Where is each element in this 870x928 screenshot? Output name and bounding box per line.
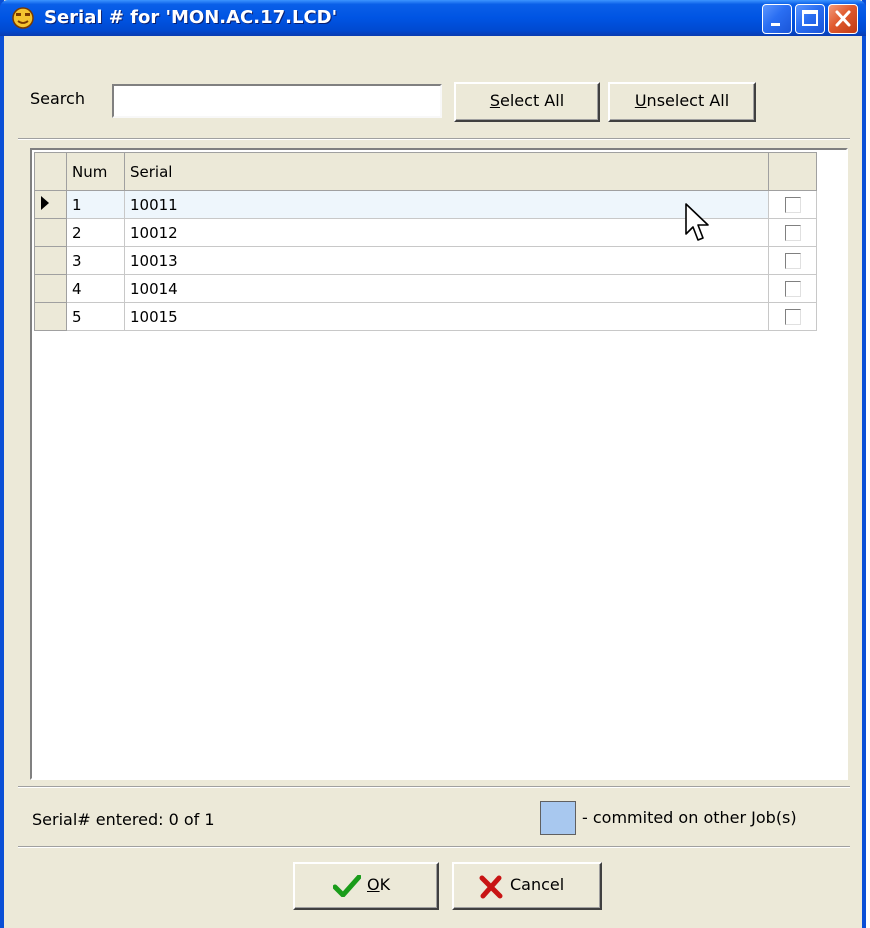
cancel-x-icon: [479, 875, 503, 899]
cell-serial[interactable]: 10013: [124, 246, 769, 275]
cell-num[interactable]: 2: [66, 218, 125, 247]
window-title: Serial # for 'MON.AC.17.LCD': [44, 7, 338, 28]
column-header-check[interactable]: [768, 152, 817, 191]
row-checkbox-cell[interactable]: [768, 302, 817, 331]
checkmark-icon: [333, 875, 361, 897]
ok-button-inner: [295, 864, 437, 908]
cancel-button[interactable]: Cancel: [452, 862, 602, 910]
row-indicator: [34, 246, 67, 275]
column-header-serial[interactable]: Serial: [124, 152, 769, 191]
table-row[interactable]: 3 10013: [34, 246, 817, 275]
mouse-cursor-icon: [685, 203, 709, 241]
ok-label: OK: [367, 875, 390, 894]
serial-grid[interactable]: Num Serial 1 10011 2 10012 3 10013 4 100…: [30, 148, 848, 780]
ok-button[interactable]: OK: [293, 862, 439, 910]
grid-header-row: Num Serial: [34, 152, 817, 191]
cell-serial[interactable]: 10012: [124, 218, 769, 247]
select-all-label: elect All: [500, 91, 565, 110]
app-icon: [12, 7, 34, 29]
status-separator: [18, 786, 850, 788]
title-bar[interactable]: Serial # for 'MON.AC.17.LCD': [0, 0, 866, 36]
legend-swatch: [540, 801, 576, 835]
table-row[interactable]: 5 10015: [34, 302, 817, 331]
cancel-label: Cancel: [510, 875, 565, 894]
cell-serial[interactable]: 10015: [124, 302, 769, 331]
row-checkbox[interactable]: [784, 253, 801, 269]
row-checkbox[interactable]: [784, 309, 801, 325]
row-checkbox[interactable]: [784, 281, 801, 297]
unselect-all-accel: U: [634, 91, 647, 110]
maximize-icon: [802, 10, 818, 26]
row-indicator: [34, 190, 67, 219]
minimize-button[interactable]: [762, 4, 792, 34]
status-text: Serial# entered: 0 of 1: [32, 810, 215, 829]
search-label: Search: [30, 89, 85, 108]
cell-serial[interactable]: 10011: [124, 190, 769, 219]
cell-num[interactable]: 4: [66, 274, 125, 303]
legend-text: - commited on other Job(s): [582, 808, 797, 827]
row-indicator: [34, 274, 67, 303]
minimize-icon: [771, 23, 780, 26]
row-checkbox-cell[interactable]: [768, 218, 817, 247]
ok-accel: O: [367, 875, 380, 894]
search-input[interactable]: [112, 84, 442, 118]
row-checkbox[interactable]: [784, 225, 801, 241]
row-indicator: [34, 302, 67, 331]
unselect-all-button[interactable]: Unselect All: [608, 82, 756, 122]
current-row-arrow-icon: [41, 195, 49, 210]
table-row[interactable]: 4 10014: [34, 274, 817, 303]
close-button[interactable]: [828, 4, 858, 34]
row-checkbox-cell[interactable]: [768, 190, 817, 219]
close-icon: [835, 10, 851, 27]
cell-num[interactable]: 5: [66, 302, 125, 331]
ok-label-rest: K: [379, 875, 391, 894]
footer-separator: [18, 846, 850, 848]
row-indicator: [34, 218, 67, 247]
select-all-accel: S: [489, 91, 501, 110]
top-separator: [18, 138, 850, 140]
maximize-button[interactable]: [795, 4, 825, 34]
select-all-button[interactable]: Select All: [454, 82, 600, 122]
indicator-header: [34, 152, 67, 191]
cell-num[interactable]: 3: [66, 246, 125, 275]
cell-serial[interactable]: 10014: [124, 274, 769, 303]
unselect-all-label: nselect All: [646, 91, 730, 110]
row-checkbox-cell[interactable]: [768, 246, 817, 275]
row-checkbox-cell[interactable]: [768, 274, 817, 303]
cell-num[interactable]: 1: [66, 190, 125, 219]
row-checkbox[interactable]: [784, 197, 801, 213]
column-header-num[interactable]: Num: [66, 152, 125, 191]
serial-dialog-window: Serial # for 'MON.AC.17.LCD' Search Sele…: [0, 0, 866, 928]
